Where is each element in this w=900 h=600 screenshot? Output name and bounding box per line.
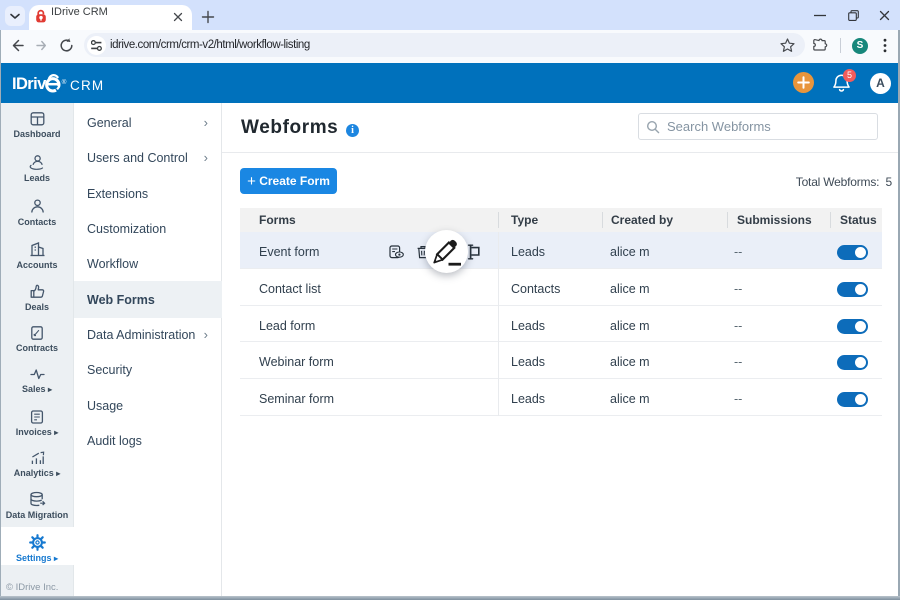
svg-text:®: ® xyxy=(62,78,67,86)
